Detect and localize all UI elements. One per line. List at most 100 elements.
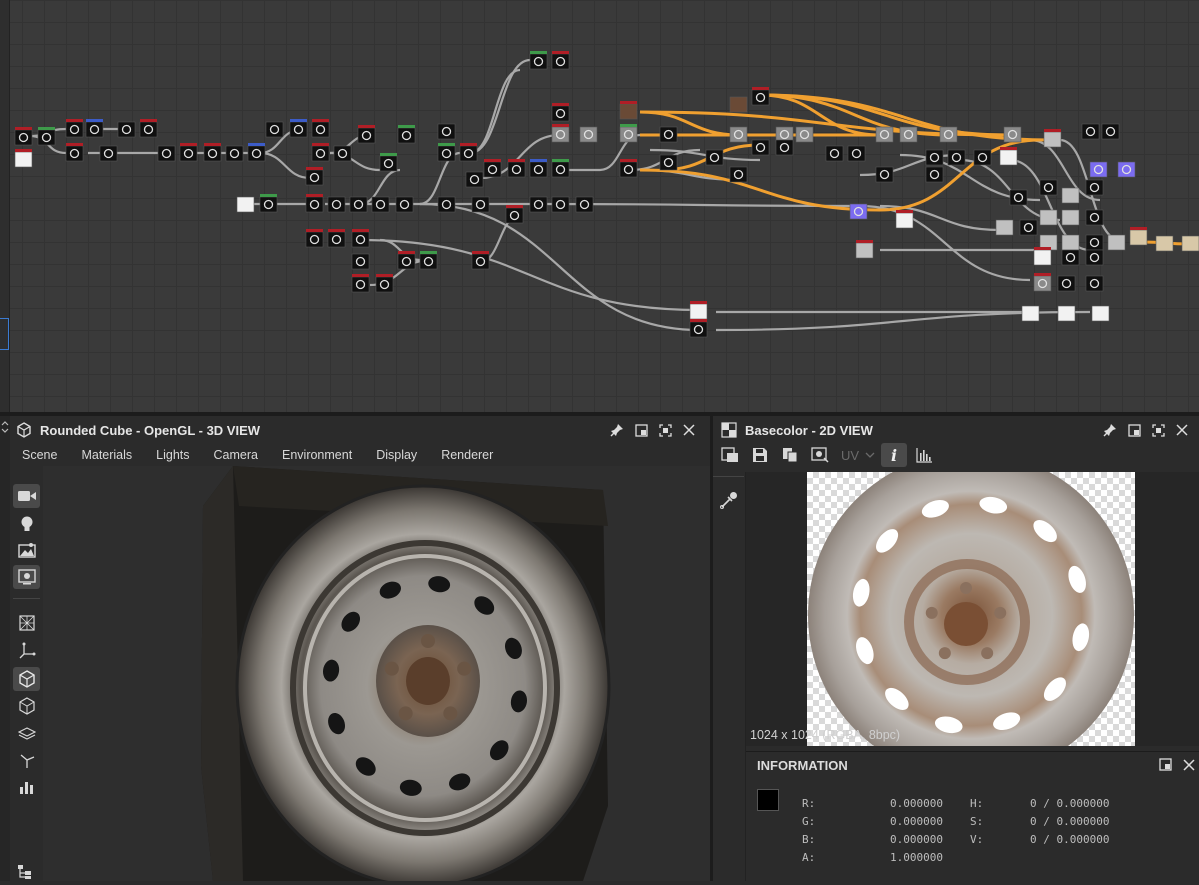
graph-node[interactable] (551, 103, 570, 122)
graph-node[interactable] (351, 253, 370, 270)
graph-node[interactable] (327, 229, 346, 248)
graph-node[interactable] (825, 145, 844, 162)
graph-node[interactable] (483, 159, 502, 178)
graph-node[interactable] (689, 301, 708, 320)
view-settings-icon[interactable] (807, 443, 833, 467)
axis-gizmo-icon[interactable] (13, 638, 40, 662)
graph-node[interactable] (259, 194, 278, 213)
pin-icon[interactable] (610, 423, 624, 437)
solid-cube-icon[interactable] (13, 667, 40, 691)
graph-node[interactable] (1101, 123, 1120, 140)
graph-node[interactable] (729, 96, 748, 113)
menu-renderer[interactable]: Renderer (429, 448, 505, 462)
menu-display[interactable]: Display (364, 448, 429, 462)
graph-node[interactable] (1039, 179, 1058, 196)
graph-node[interactable] (327, 196, 346, 213)
graph-node[interactable] (311, 119, 330, 138)
node-graph[interactable] (0, 0, 1199, 412)
graph-node[interactable] (973, 149, 992, 166)
graph-node[interactable] (311, 143, 330, 162)
environment-image-icon[interactable] (13, 538, 40, 562)
info-icon[interactable]: i (881, 443, 908, 467)
graph-node[interactable] (437, 123, 456, 140)
graph-node[interactable] (459, 143, 478, 162)
graph-node[interactable] (14, 149, 33, 168)
graph-node[interactable] (379, 153, 398, 172)
graph-node[interactable] (659, 154, 678, 171)
graph-node[interactable] (1107, 234, 1126, 251)
save-icon[interactable] (747, 443, 773, 467)
graph-node[interactable] (351, 229, 370, 248)
graph-node[interactable] (397, 251, 416, 270)
graph-node[interactable] (1061, 234, 1080, 251)
graph-node[interactable] (179, 143, 198, 162)
light-direction-icon[interactable] (13, 748, 40, 772)
graph-node[interactable] (575, 196, 594, 213)
graph-node[interactable] (1091, 305, 1110, 322)
display-settings-icon[interactable] (13, 565, 40, 589)
graph-node[interactable] (305, 167, 324, 186)
graph-node[interactable] (729, 126, 748, 143)
graph-node[interactable] (305, 229, 324, 248)
graph-node[interactable] (397, 125, 416, 144)
graph-node[interactable] (995, 219, 1014, 236)
graph-node[interactable] (551, 124, 570, 143)
graph-node[interactable] (1019, 219, 1038, 236)
graph-node[interactable] (551, 159, 570, 178)
graph-node[interactable] (357, 125, 376, 144)
node-graph-canvas[interactable] (0, 0, 1199, 412)
graph-node[interactable] (1061, 249, 1080, 266)
graph-node[interactable] (471, 196, 490, 213)
close-icon[interactable] (1175, 423, 1189, 437)
menu-environment[interactable]: Environment (270, 448, 364, 462)
graph-node[interactable] (579, 126, 598, 143)
maximize-icon[interactable] (658, 423, 672, 437)
graph-node[interactable] (705, 149, 724, 166)
graph-node[interactable] (349, 196, 368, 213)
graph-node[interactable] (529, 51, 548, 70)
graph-node[interactable] (619, 101, 638, 120)
graph-node[interactable] (1089, 161, 1108, 178)
close-icon[interactable] (682, 423, 696, 437)
graph-node[interactable] (225, 145, 244, 162)
rounded-cube-render[interactable] (43, 466, 710, 881)
graph-node[interactable] (1061, 209, 1080, 226)
graph-node[interactable] (1009, 189, 1028, 206)
menu-lights[interactable]: Lights (144, 448, 201, 462)
graph-node[interactable] (1033, 273, 1052, 292)
graph-node[interactable] (37, 127, 56, 146)
hierarchy-icon[interactable] (17, 864, 33, 885)
graph-node[interactable] (465, 171, 484, 188)
graph-node[interactable] (875, 126, 894, 143)
graph-node[interactable] (925, 166, 944, 183)
graph-node[interactable] (117, 121, 136, 138)
pin-icon[interactable] (1103, 423, 1117, 437)
graph-node[interactable] (375, 274, 394, 293)
graph-node[interactable] (65, 143, 84, 162)
graph-node[interactable] (1129, 227, 1148, 246)
graph-node[interactable] (775, 139, 794, 156)
graph-node[interactable] (305, 194, 324, 213)
histogram-icon[interactable] (911, 443, 937, 467)
graph-node[interactable] (1043, 129, 1062, 148)
graph-node[interactable] (1081, 123, 1100, 140)
graph-node[interactable] (689, 319, 708, 338)
graph-node[interactable] (1085, 234, 1104, 251)
graph-node[interactable] (1057, 305, 1076, 322)
wireframe-cube-icon[interactable] (13, 611, 40, 635)
graph-node[interactable] (1181, 235, 1199, 252)
float-window-icon[interactable] (1159, 758, 1172, 774)
graph-node[interactable] (351, 274, 370, 293)
graph-node[interactable] (999, 147, 1018, 166)
graph-node[interactable] (1155, 235, 1174, 252)
graph-node[interactable] (1039, 209, 1058, 226)
graph-node[interactable] (505, 205, 524, 224)
graph-node[interactable] (529, 159, 548, 178)
graph-node[interactable] (333, 145, 352, 162)
graph-node[interactable] (1085, 209, 1104, 226)
graph-node[interactable] (1085, 249, 1104, 266)
graph-node[interactable] (203, 143, 222, 162)
graph-node[interactable] (99, 145, 118, 162)
graph-node[interactable] (395, 196, 414, 213)
graph-node[interactable] (371, 196, 390, 213)
